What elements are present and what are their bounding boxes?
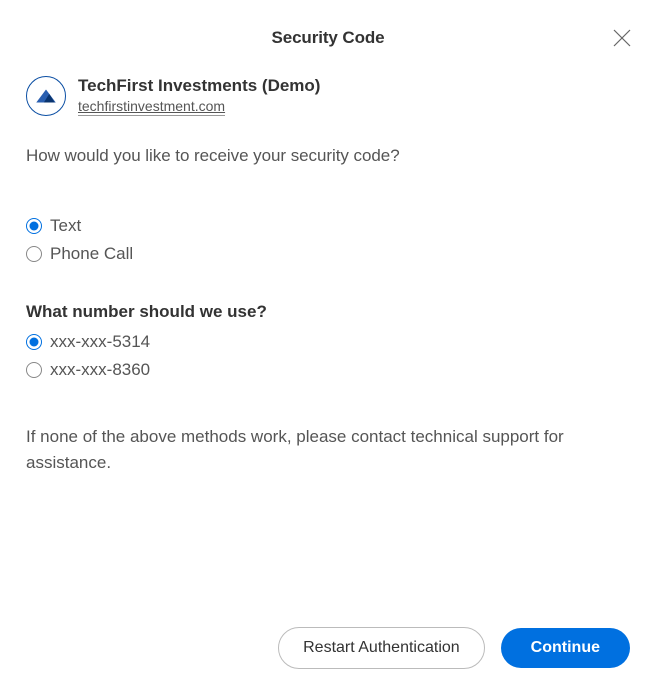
close-icon[interactable]	[612, 28, 632, 48]
radio-input-text[interactable]	[26, 218, 42, 234]
dialog-header: Security Code	[0, 0, 656, 68]
radio-input-number-2[interactable]	[26, 362, 42, 378]
dialog-title: Security Code	[271, 28, 384, 48]
radio-input-number-1[interactable]	[26, 334, 42, 350]
organization-domain-link[interactable]: techfirstinvestment.com	[78, 98, 225, 116]
radio-label: xxx-xxx-8360	[50, 360, 150, 380]
radio-option-phone-call[interactable]: Phone Call	[26, 244, 630, 264]
radio-label: Phone Call	[50, 244, 133, 264]
phone-number-group: xxx-xxx-5314 xxx-xxx-8360	[26, 332, 630, 380]
help-text: If none of the above methods work, pleas…	[26, 424, 630, 477]
organization-name: TechFirst Investments (Demo)	[78, 76, 320, 96]
restart-authentication-button[interactable]: Restart Authentication	[278, 627, 485, 669]
radio-input-phone-call[interactable]	[26, 246, 42, 262]
dialog-content: TechFirst Investments (Demo) techfirstin…	[0, 68, 656, 477]
radio-option-number-1[interactable]: xxx-xxx-5314	[26, 332, 630, 352]
radio-label: Text	[50, 216, 81, 236]
radio-label: xxx-xxx-5314	[50, 332, 150, 352]
prompt-text: How would you like to receive your secur…	[26, 146, 630, 166]
continue-button[interactable]: Continue	[501, 628, 630, 668]
dialog-footer: Restart Authentication Continue	[278, 627, 630, 669]
number-section-heading: What number should we use?	[26, 302, 630, 322]
organization-text: TechFirst Investments (Demo) techfirstin…	[78, 76, 320, 116]
organization-logo-icon	[26, 76, 66, 116]
radio-option-number-2[interactable]: xxx-xxx-8360	[26, 360, 630, 380]
delivery-method-group: Text Phone Call	[26, 216, 630, 264]
radio-option-text[interactable]: Text	[26, 216, 630, 236]
organization-row: TechFirst Investments (Demo) techfirstin…	[26, 76, 630, 116]
